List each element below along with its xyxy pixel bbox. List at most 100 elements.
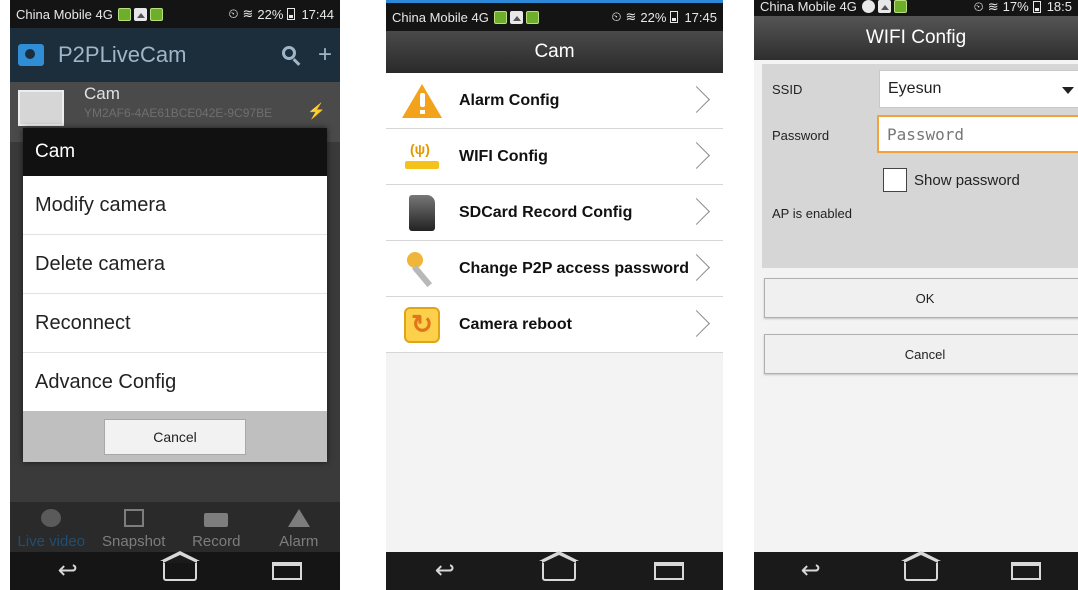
chevron-right-icon — [689, 197, 711, 227]
dropdown-arrow-icon — [1062, 87, 1074, 94]
warning-icon — [287, 509, 310, 527]
back-icon[interactable]: ↩ — [425, 556, 465, 586]
chevron-right-icon — [689, 141, 711, 171]
cancel-button[interactable]: Cancel — [104, 418, 246, 455]
battery-icon — [287, 8, 296, 20]
settings-menu: Alarm Config (ψ) WIFI Config SDCard Reco… — [386, 73, 723, 353]
menu-item-camera-reboot[interactable]: ↻ Camera reboot — [386, 297, 723, 353]
carrier-label: China Mobile 4G — [760, 0, 857, 14]
battery-percent: 22% — [640, 9, 667, 25]
tab-label: Snapshot — [102, 533, 166, 550]
camera-options-dialog: Cam Modify camera Delete camera Reconnec… — [23, 128, 327, 462]
back-icon[interactable]: ↩ — [48, 556, 88, 586]
password-input[interactable]: Password — [877, 115, 1078, 153]
dialog-footer: Cancel — [23, 411, 327, 462]
chevron-right-icon — [689, 85, 711, 115]
clock-time: 18:5 — [1046, 0, 1072, 14]
menu-item-label: Change P2P access password — [459, 259, 690, 277]
tab-record[interactable]: Record — [175, 502, 258, 552]
menu-item-label: Alarm Config — [459, 91, 560, 109]
reboot-icon: ↻ — [402, 305, 442, 345]
camera-id: YM2AF6-4AE61BCE042E-9C97BE — [84, 106, 273, 120]
home-icon[interactable] — [539, 551, 580, 581]
page-title: WIFI Config — [754, 16, 1078, 60]
system-nav-bar: ↩ — [386, 551, 723, 590]
alarm-clock-icon: ⏲ — [973, 0, 984, 14]
phone-screen-wifi-config: China Mobile 4G ⏲ ≋ 17% 18:5 WIFI Config… — [754, 0, 1078, 590]
menu-item-wifi-config[interactable]: (ψ) WIFI Config — [386, 129, 723, 185]
webcam-icon — [41, 509, 62, 527]
tab-label: Record — [192, 533, 241, 550]
menu-item-delete-camera[interactable]: Delete camera — [23, 235, 327, 294]
battery-percent: 22% — [257, 6, 284, 22]
clock-time: 17:45 — [684, 9, 717, 25]
image-notification-icon — [877, 0, 891, 13]
recent-apps-icon[interactable] — [654, 562, 685, 580]
recent-apps-icon[interactable] — [1011, 562, 1042, 580]
alarm-clock-icon: ⏲ — [228, 6, 239, 21]
menu-item-label: Camera reboot — [459, 315, 572, 333]
show-password-checkbox[interactable]: Show password — [883, 168, 1020, 192]
wifi-signal-icon: ≋ — [987, 0, 999, 14]
video-camera-icon — [204, 513, 229, 527]
plus-notification-icon — [861, 0, 875, 13]
status-bar: China Mobile 4G ⏲ ≋ 22% 17:44 — [10, 0, 340, 28]
app-notification-icon — [117, 7, 131, 21]
wifi-signal-icon: ≋ — [625, 9, 637, 24]
ssid-select[interactable]: Eyesun — [879, 70, 1078, 108]
carrier-label: China Mobile 4G — [16, 6, 113, 22]
back-icon[interactable]: ↩ — [791, 556, 831, 586]
show-password-label: Show password — [914, 171, 1020, 189]
alarm-icon — [402, 81, 442, 121]
menu-item-alarm-config[interactable]: Alarm Config — [386, 73, 723, 129]
home-icon[interactable] — [159, 551, 200, 581]
image-notification-icon — [509, 10, 523, 24]
menu-item-change-p2p-password[interactable]: Change P2P access password — [386, 241, 723, 297]
recent-apps-icon[interactable] — [272, 562, 303, 580]
camera-name: Cam — [84, 84, 120, 103]
alarm-clock-icon: ⏲ — [611, 9, 622, 24]
battery-icon — [1032, 0, 1041, 13]
camera-thumbnail — [18, 90, 64, 126]
ap-status: AP is enabled — [772, 206, 852, 221]
clock-time: 17:44 — [301, 6, 334, 22]
system-nav-bar: ↩ — [10, 551, 340, 590]
app-notification-icon — [893, 0, 907, 13]
menu-item-label: SDCard Record Config — [459, 203, 633, 221]
link-icon[interactable]: ⚡ — [307, 102, 326, 120]
dialog-title: Cam — [23, 128, 327, 176]
camera-logo-icon — [18, 44, 44, 66]
image-notification-icon — [133, 7, 147, 21]
ssid-value: Eyesun — [888, 80, 942, 97]
checkbox-icon[interactable] — [883, 168, 907, 192]
tab-snapshot[interactable]: Snapshot — [93, 502, 176, 552]
battery-percent: 17% — [1002, 0, 1029, 14]
tab-live-video[interactable]: Live video — [10, 502, 93, 552]
wifi-icon: (ψ) — [402, 137, 442, 177]
wifi-signal-icon: ≋ — [242, 6, 254, 21]
app-title: P2PLiveCam — [58, 42, 187, 67]
menu-item-label: WIFI Config — [459, 147, 548, 165]
search-icon[interactable] — [281, 46, 296, 60]
tab-alarm[interactable]: Alarm — [258, 502, 341, 552]
app-notification-icon — [525, 10, 539, 24]
bottom-tab-bar: Live video Snapshot Record Alarm — [10, 502, 340, 552]
home-icon[interactable] — [900, 551, 941, 581]
chevron-right-icon — [689, 309, 711, 339]
ok-button[interactable]: OK — [764, 278, 1078, 318]
status-bar: China Mobile 4G ⏲ ≋ 17% 18:5 — [754, 0, 1078, 16]
cancel-button[interactable]: Cancel — [764, 334, 1078, 374]
tab-label: Alarm — [279, 533, 319, 550]
battery-icon — [670, 11, 679, 23]
page-title: Cam — [386, 31, 723, 73]
phone-screen-camera-list: China Mobile 4G ⏲ ≋ 22% 17:44 P2PLiveCam… — [10, 0, 340, 590]
status-bar: China Mobile 4G ⏲ ≋ 22% 17:45 — [386, 3, 723, 31]
sdcard-icon — [402, 193, 442, 233]
add-icon[interactable]: + — [318, 41, 332, 69]
wifi-form: SSID Eyesun Password Password Show passw… — [762, 64, 1078, 268]
menu-item-advance-config[interactable]: Advance Config — [23, 353, 327, 412]
system-nav-bar: ↩ — [754, 551, 1078, 590]
menu-item-modify-camera[interactable]: Modify camera — [23, 176, 327, 235]
menu-item-reconnect[interactable]: Reconnect — [23, 294, 327, 353]
menu-item-sdcard-record-config[interactable]: SDCard Record Config — [386, 185, 723, 241]
